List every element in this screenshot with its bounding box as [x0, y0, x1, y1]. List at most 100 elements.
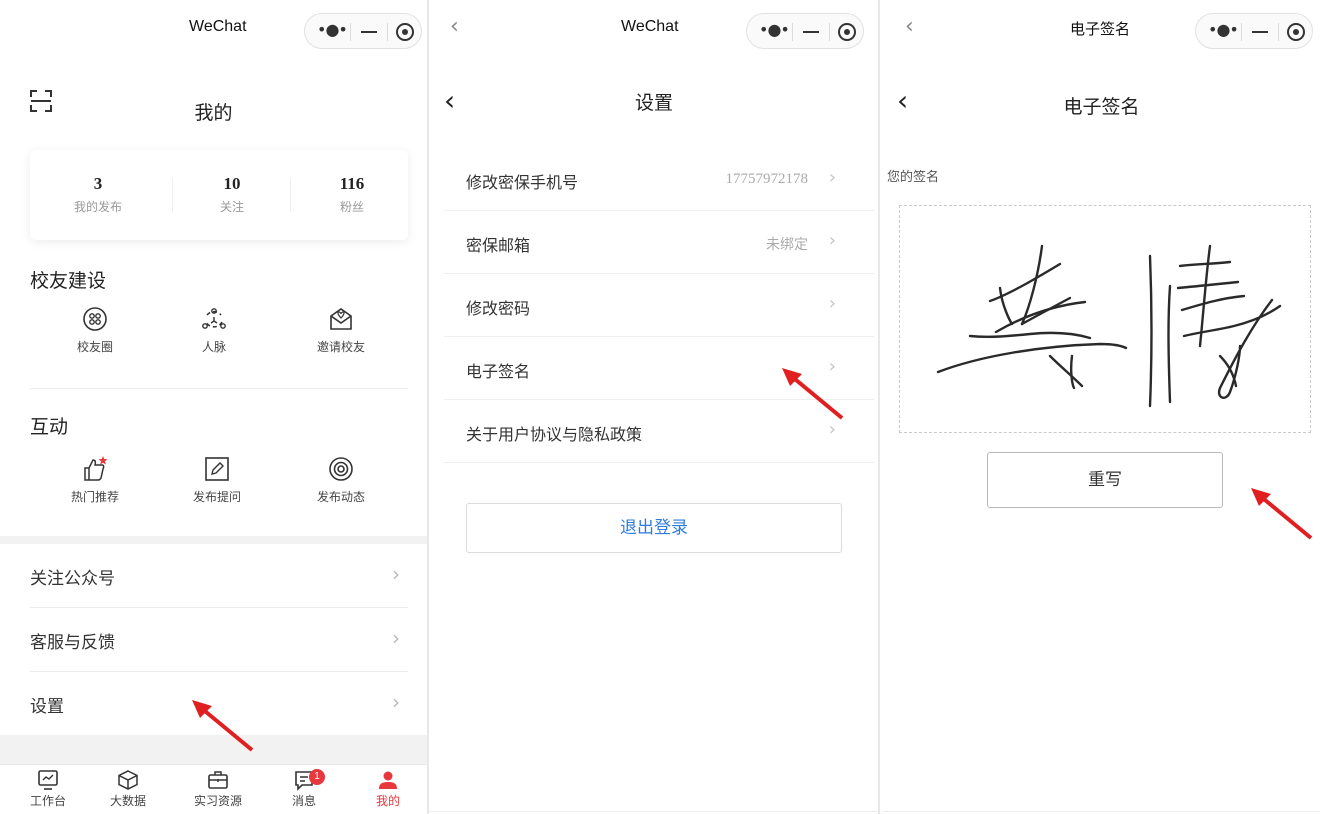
invite-mail-icon [330, 308, 352, 330]
logout-button[interactable]: 退出登录 [466, 503, 842, 553]
signature-canvas[interactable] [899, 205, 1311, 433]
close-miniprogram-icon[interactable] [396, 23, 414, 41]
network-item[interactable]: 人脉 [159, 306, 269, 355]
tab-internship[interactable]: 实习资源 [190, 769, 246, 809]
miniprogram-capsule: •●• [304, 13, 422, 49]
tab-label: 实习资源 [193, 794, 242, 808]
workbench-icon [38, 770, 58, 790]
stat-following[interactable]: 10 关注 [172, 174, 292, 215]
e-signature-page-panel: ‹ 电子签名 •●• ‹ 电子签名 您的签名 重写 [883, 0, 1320, 814]
setting-label: 关于用户协议与隐私政策 [466, 425, 643, 444]
tab-big-data[interactable]: 大数据 [100, 769, 156, 809]
edit-question-icon [205, 457, 229, 481]
miniprogram-capsule: •●• [746, 13, 864, 49]
tab-label: 工作台 [29, 794, 66, 808]
minimize-icon[interactable] [361, 31, 377, 33]
post-moment-item[interactable]: 发布动态 [286, 456, 396, 505]
page-header: ‹ 电子签名 [883, 70, 1320, 130]
annotation-arrow [1251, 488, 1313, 540]
close-miniprogram-icon[interactable] [838, 23, 856, 41]
grid-label: 发布提问 [192, 490, 241, 504]
cube-icon [118, 770, 138, 790]
menu-label: 客服与反馈 [30, 633, 115, 653]
person-icon [379, 771, 397, 789]
page-header: 我的 [0, 70, 427, 130]
setting-label: 修改密保手机号 [466, 173, 579, 192]
grid-label: 校友圈 [76, 340, 113, 354]
tab-messages[interactable]: 1 消息 [276, 769, 332, 809]
tab-workbench[interactable]: 工作台 [20, 769, 76, 809]
wechat-topbar: ‹ WeChat •●• [430, 0, 878, 64]
chevron-right-icon: › [828, 167, 836, 188]
chevron-right-icon: › [828, 419, 836, 440]
alumni-circle-icon [83, 307, 107, 331]
stat-value: 3 [93, 174, 103, 193]
setting-value: 未绑定 [766, 237, 808, 253]
hot-recommend-item[interactable]: 热门推荐 [40, 456, 150, 505]
page-title: 设置 [634, 92, 673, 114]
post-question-item[interactable]: 发布提问 [162, 456, 272, 505]
topbar-title: WeChat [621, 18, 679, 35]
minimize-icon[interactable] [1252, 31, 1268, 33]
stat-label: 我的发布 [73, 200, 122, 214]
chevron-right-icon: › [392, 690, 400, 714]
briefcase-icon [208, 771, 228, 789]
grid-label: 发布动态 [316, 490, 365, 504]
wechat-topbar: WeChat •●• [0, 0, 427, 64]
chevron-right-icon: › [828, 293, 836, 314]
chevron-right-icon: › [392, 626, 400, 650]
handwritten-signature [936, 244, 1282, 408]
more-icon[interactable]: •●• [1208, 20, 1239, 42]
grid-label: 邀请校友 [316, 340, 365, 354]
chevron-right-icon: › [392, 562, 400, 586]
miniprogram-capsule: •●• [1195, 13, 1313, 49]
page-header: ‹ 设置 [430, 70, 878, 130]
setting-change-phone[interactable]: 修改密保手机号 17757972178 › [444, 148, 874, 211]
stat-posts[interactable]: 3 我的发布 [38, 174, 158, 215]
network-icon [202, 308, 226, 329]
back-icon[interactable]: ‹ [905, 14, 914, 39]
close-miniprogram-icon[interactable] [1287, 23, 1305, 41]
settings-page-panel: ‹ WeChat •●• ‹ 设置 修改密保手机号 17757972178 › … [430, 0, 878, 814]
unread-badge: 1 [309, 769, 325, 785]
tab-label: 消息 [291, 794, 316, 808]
stat-label: 关注 [219, 200, 244, 214]
menu-label: 关注公众号 [30, 569, 115, 589]
chevron-right-icon: › [828, 230, 836, 251]
alumni-circle-item[interactable]: 校友圈 [40, 306, 150, 355]
setting-value: 17757972178 [725, 171, 809, 187]
wechat-topbar: ‹ 电子签名 •●• [883, 0, 1320, 64]
menu-item-follow-account[interactable]: 关注公众号 › [30, 544, 408, 608]
page-title: 我的 [194, 102, 233, 124]
grid-label: 热门推荐 [70, 490, 119, 504]
mine-page-panel: WeChat •●• 我的 3 我的发布 10 关注 116 粉丝 校友建设 校… [0, 0, 427, 814]
stat-value: 10 [223, 174, 241, 193]
setting-label: 密保邮箱 [466, 236, 531, 255]
more-icon[interactable]: •●• [317, 20, 348, 42]
stat-followers[interactable]: 116 粉丝 [292, 174, 412, 215]
back-icon[interactable]: ‹ [450, 14, 459, 39]
tab-label: 大数据 [109, 794, 146, 808]
annotation-arrow [782, 368, 844, 420]
page-title: 电子签名 [1063, 96, 1140, 118]
stats-card: 3 我的发布 10 关注 116 粉丝 [30, 150, 408, 240]
menu-label: 设置 [30, 697, 64, 717]
grid-label: 人脉 [201, 340, 226, 354]
tab-mine[interactable]: 我的 [360, 769, 416, 809]
menu-item-service-feedback[interactable]: 客服与反馈 › [30, 608, 408, 672]
minimize-icon[interactable] [803, 31, 819, 33]
invite-alumni-item[interactable]: 邀请校友 [286, 306, 396, 355]
annotation-arrow [192, 700, 254, 752]
thumbs-up-icon [84, 456, 108, 481]
setting-change-password[interactable]: 修改密码 › [444, 274, 874, 337]
setting-security-email[interactable]: 密保邮箱 未绑定 › [444, 211, 874, 274]
signature-label: 您的签名 [887, 170, 940, 185]
more-icon[interactable]: •●• [759, 20, 790, 42]
topbar-title: WeChat [189, 18, 247, 35]
setting-label: 修改密码 [466, 299, 531, 318]
setting-label: 电子签名 [466, 362, 531, 381]
post-camera-icon [329, 457, 353, 481]
interact-section-title: 互动 [30, 416, 69, 438]
topbar-title: 电子签名 [1070, 21, 1131, 38]
rewrite-button[interactable]: 重写 [987, 452, 1223, 508]
